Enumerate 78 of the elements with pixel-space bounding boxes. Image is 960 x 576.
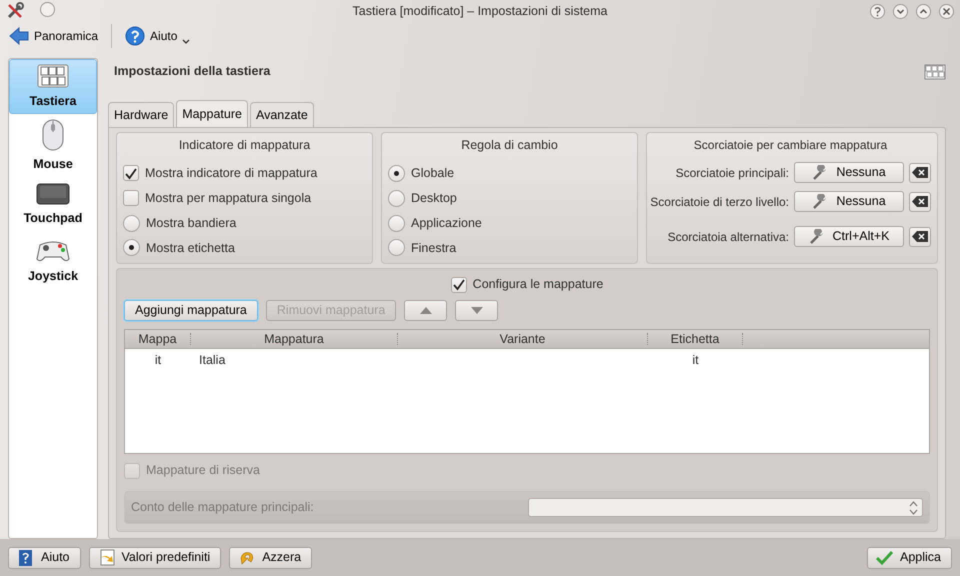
group-title: Regola di cambio <box>460 137 559 154</box>
shortcut-label: Scorciatoia alternativa: <box>668 228 789 246</box>
column-header[interactable]: Variante <box>398 333 648 346</box>
sidebar-item[interactable]: Mouse <box>9 114 97 178</box>
shortcut-label: Scorciatoie di terzo livello: <box>650 194 789 211</box>
wrench-icon <box>808 228 825 245</box>
reset-button[interactable]: Azzera <box>229 546 312 569</box>
shortcut-button[interactable]: Nessuna <box>794 191 904 212</box>
tab[interactable]: Hardware <box>108 102 174 128</box>
back-arrow-icon <box>9 26 29 45</box>
radio-label: Mostra etichetta <box>146 240 235 257</box>
close-button[interactable] <box>939 4 954 18</box>
radio-button[interactable] <box>388 164 405 182</box>
checkbox-label: Mostra per mappatura singola <box>145 190 312 207</box>
radio-button[interactable] <box>123 214 140 232</box>
down-triangle-icon <box>470 306 484 316</box>
group-title: Scorciatoie per cambiare mappatura <box>692 137 888 154</box>
shortcut-label: Scorciatoie principali: <box>676 164 789 182</box>
radio-label: Applicazione <box>411 214 482 232</box>
help-button[interactable] <box>870 4 885 18</box>
spin-arrows-icon <box>909 500 918 515</box>
keyboard-icon <box>37 64 69 88</box>
add-layout-button[interactable]: Aggiungi mappatura <box>124 300 258 322</box>
clear-button[interactable] <box>909 162 931 183</box>
checkbox[interactable] <box>450 276 467 293</box>
help-icon <box>125 26 146 46</box>
minimize-button[interactable] <box>893 4 908 18</box>
radio-label: Desktop <box>411 190 457 207</box>
tab[interactable]: Avanzate <box>250 102 314 128</box>
up-triangle-icon <box>418 306 433 316</box>
move-up-button[interactable] <box>404 300 448 322</box>
radio-label: Mostra bandiera <box>146 214 236 232</box>
checkbox-label: Mappature di riserva <box>146 462 260 480</box>
checkbox[interactable] <box>123 190 139 206</box>
clear-button[interactable] <box>909 226 931 247</box>
shortcut-button[interactable]: Ctrl+Alt+K <box>794 226 904 248</box>
defaults-button[interactable]: Valori predefiniti <box>88 546 222 569</box>
keyboard-icon <box>924 64 946 80</box>
checkbox[interactable] <box>123 165 139 182</box>
sidebar-item[interactable]: Joystick <box>9 232 97 290</box>
back-button[interactable]: Panoramica <box>6 24 102 47</box>
checkbox-label: Mostra indicatore di mappatura <box>145 165 318 182</box>
column-header[interactable]: Etichetta <box>648 333 743 346</box>
radio-button[interactable] <box>388 190 405 207</box>
radio-label: Finestra <box>411 240 456 257</box>
tools-icon <box>6 2 24 20</box>
table-cell-text: it <box>691 352 700 369</box>
help-book-icon <box>17 548 35 567</box>
checkbox-label: Configura le mappature <box>472 276 604 294</box>
wrench-icon <box>812 164 828 181</box>
checkmark-icon <box>876 548 894 567</box>
clear-button[interactable] <box>909 192 931 212</box>
move-down-button[interactable] <box>455 300 498 322</box>
wrench-icon <box>812 194 828 210</box>
window-title: Tastiera [modificato] – Impostazioni di sistema <box>352 2 608 20</box>
radio-button[interactable] <box>123 239 140 256</box>
sidebar-item[interactable]: Tastiera <box>9 58 97 114</box>
count-label: Conto delle mappature principali: <box>131 499 314 516</box>
shortcut-button[interactable]: Nessuna <box>794 162 904 184</box>
sidebar-item[interactable]: Touchpad <box>9 178 97 232</box>
column-header[interactable]: Mappa <box>125 333 191 346</box>
radio-button[interactable] <box>388 214 405 232</box>
table-cell-text: it <box>154 352 162 369</box>
document-undo-icon <box>98 548 116 567</box>
table-cell-text: Italia <box>198 352 226 369</box>
maximize-button[interactable] <box>916 4 931 18</box>
tab[interactable]: Mappature <box>176 100 248 128</box>
page-heading: Impostazioni della tastiera <box>114 63 270 80</box>
touchpad-icon <box>36 183 70 206</box>
help-button[interactable]: Aiuto <box>8 546 80 569</box>
group-title: Indicatore di mappatura <box>178 137 312 154</box>
radio-label: Globale <box>411 165 454 182</box>
column-header[interactable]: Mappatura <box>191 333 398 346</box>
help-button[interactable]: Aiuto <box>122 24 194 48</box>
radio-button[interactable] <box>388 239 405 256</box>
apply-button[interactable]: Applica <box>867 546 952 569</box>
caret-icon <box>182 38 190 45</box>
mouse-icon <box>41 119 65 152</box>
